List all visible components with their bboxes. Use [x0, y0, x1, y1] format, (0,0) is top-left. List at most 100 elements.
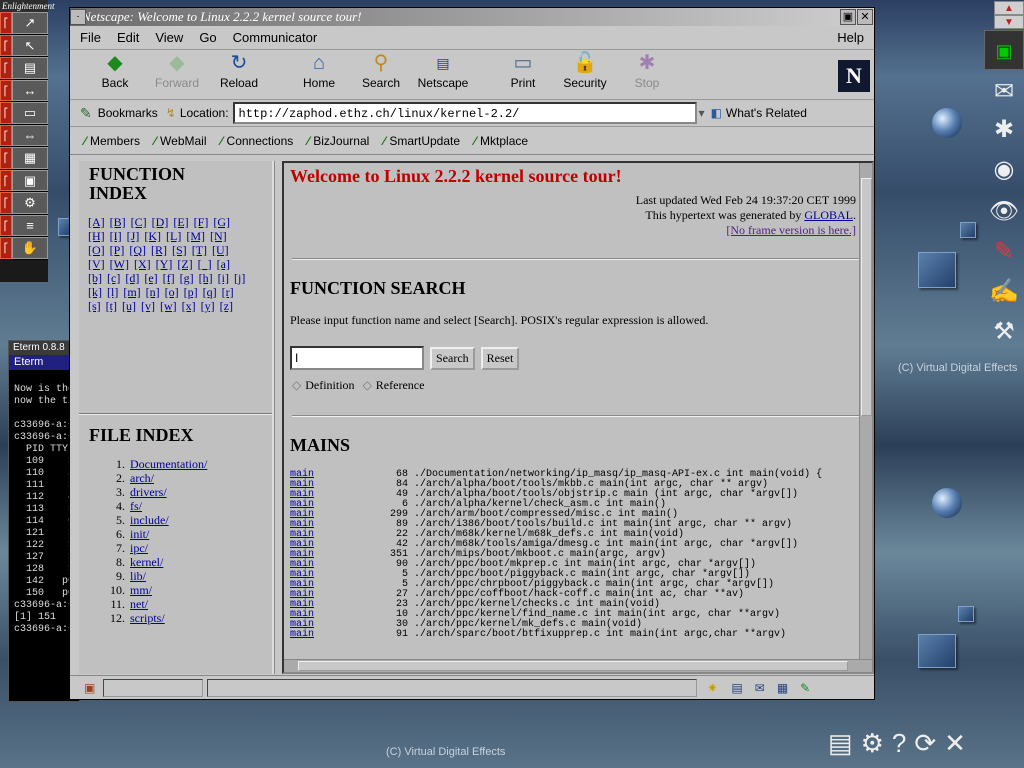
menu-communicator[interactable]: Communicator	[233, 30, 318, 45]
list-icon[interactable]: ≡	[12, 214, 48, 236]
scrollbar-thumb[interactable]	[298, 661, 848, 671]
stop-button[interactable]: ✱ Stop	[616, 50, 678, 90]
letter-link[interactable]: [d]	[125, 271, 139, 285]
letter-link[interactable]: [e]	[144, 271, 157, 285]
letter-link[interactable]: [E]	[173, 215, 188, 229]
global-link[interactable]: GLOBAL	[804, 208, 853, 222]
personal-smartupdate[interactable]: ⁄ SmartUpdate	[383, 134, 460, 148]
letter-link[interactable]: [h]	[199, 271, 213, 285]
pager-row[interactable]: ⎡ ↖	[0, 34, 48, 57]
file-link[interactable]: Documentation/	[130, 457, 207, 471]
file-link[interactable]: mm/	[130, 583, 152, 597]
terminal-icon[interactable]: ▣	[984, 30, 1024, 70]
letter-link[interactable]: [v]	[141, 299, 155, 313]
file-link[interactable]: drivers/	[130, 485, 167, 499]
window-titlebar[interactable]: Netscape: Welcome to Linux 2.2.2 kernel …	[70, 8, 874, 26]
scrollbar-thumb[interactable]	[861, 178, 872, 416]
ruler-icon[interactable]: ⇔	[12, 124, 48, 146]
letter-link[interactable]: [Z]	[177, 257, 192, 271]
letter-link[interactable]: [I]	[110, 229, 122, 243]
letter-link[interactable]: [g]	[180, 271, 194, 285]
location-dropdown-icon[interactable]: ▾	[699, 106, 705, 120]
letter-link[interactable]: [p]	[184, 285, 198, 299]
refresh-icon[interactable]: ⟳	[914, 728, 936, 768]
letter-link[interactable]: [P]	[110, 243, 125, 257]
location-input[interactable]: http://zaphod.ethz.ch/linux/kernel-2.2/	[232, 102, 697, 124]
letter-link[interactable]: [s]	[88, 299, 101, 313]
personal-connections[interactable]: ⁄ Connections	[221, 134, 294, 148]
letter-link[interactable]: [k]	[88, 285, 102, 299]
letter-link[interactable]: [N]	[210, 229, 227, 243]
pointer-icon[interactable]: ↖	[12, 34, 48, 56]
search-submit-button[interactable]: Search	[430, 346, 475, 370]
letter-link[interactable]: [X]	[134, 257, 151, 271]
gear-icon[interactable]: ⚙	[12, 192, 48, 214]
mail-status-icon[interactable]: ✉	[755, 681, 765, 695]
edit-icon[interactable]: ✎	[800, 681, 810, 695]
composer-icon[interactable]: ▦	[777, 681, 788, 695]
letter-link[interactable]: [y]	[201, 299, 215, 313]
iconify-button[interactable]: ▣	[840, 9, 856, 25]
hammer-icon[interactable]: ⚒	[984, 312, 1024, 352]
pager-row[interactable]: ⎡ ✋	[0, 237, 48, 260]
grid-icon[interactable]: ▦	[12, 147, 48, 169]
letter-link[interactable]: [R]	[151, 243, 167, 257]
letter-link[interactable]: [T]	[192, 243, 207, 257]
spider-icon[interactable]: ✱	[984, 110, 1024, 150]
file-link[interactable]: fs/	[130, 499, 142, 513]
personal-webmail[interactable]: ⁄ WebMail	[154, 134, 206, 148]
radio-definition[interactable]: ◇	[292, 378, 301, 393]
letter-link[interactable]: [z]	[220, 299, 233, 313]
letter-link[interactable]: [l]	[107, 285, 118, 299]
letter-link[interactable]: [o]	[165, 285, 179, 299]
whats-related-icon[interactable]: ◧	[711, 106, 722, 120]
letter-link[interactable]: [B]	[110, 215, 126, 229]
letter-link[interactable]: [j]	[234, 271, 245, 285]
netscape-button[interactable]: ▤ Netscape	[412, 50, 474, 90]
letter-link[interactable]: [u]	[122, 299, 136, 313]
file-link[interactable]: lib/	[130, 569, 146, 583]
reset-button[interactable]: Reset	[480, 346, 520, 370]
file-link[interactable]: include/	[130, 513, 169, 527]
letter-link[interactable]: [D]	[152, 215, 169, 229]
letter-link[interactable]: [M]	[186, 229, 205, 243]
pager-row[interactable]: ⎡ ▣	[0, 169, 48, 192]
menu-view[interactable]: View	[155, 30, 183, 45]
letter-link[interactable]: [i]	[218, 271, 229, 285]
letter-link[interactable]: [n]	[146, 285, 160, 299]
radio-reference[interactable]: ◇	[363, 378, 372, 393]
security-button[interactable]: 🔓 Security	[554, 50, 616, 90]
letter-link[interactable]: [m]	[123, 285, 140, 299]
letter-link[interactable]: [H]	[88, 229, 105, 243]
file-link[interactable]: ipc/	[130, 541, 148, 555]
whats-related-button[interactable]: What's Related	[726, 106, 807, 120]
letter-link[interactable]: [K]	[144, 229, 161, 243]
hand-icon[interactable]: ✋	[12, 237, 48, 259]
window-icon[interactable]: ▤	[12, 57, 48, 79]
function-search-input[interactable]: I	[290, 346, 424, 370]
no-frame-link[interactable]: [No frame version is here.]	[284, 223, 856, 238]
pager-row[interactable]: ⎡ ⚙	[0, 192, 48, 215]
bookmarks-icon[interactable]: ✎	[80, 105, 92, 122]
pager-row[interactable]: ⎡ ▦	[0, 147, 48, 170]
letter-link[interactable]: [U]	[212, 243, 229, 257]
file-link[interactable]: init/	[130, 527, 149, 541]
letter-link[interactable]: [C]	[131, 215, 147, 229]
security-status-icon[interactable]: ▣	[84, 681, 95, 695]
pager-row[interactable]: ⎡ ↔	[0, 79, 48, 102]
letter-link[interactable]: [c]	[107, 271, 120, 285]
scroll-down-icon[interactable]: ▼	[994, 15, 1024, 29]
frame-icon[interactable]: ▣	[12, 169, 48, 191]
arrow-icon[interactable]: ↗	[12, 12, 48, 34]
print-button[interactable]: ▭ Print	[492, 50, 554, 90]
scroll-up-icon[interactable]: ▲	[994, 1, 1024, 15]
shade-button[interactable]: ·	[70, 9, 86, 25]
horizontal-scrollbar[interactable]	[284, 659, 872, 672]
file-link[interactable]: net/	[130, 597, 148, 611]
help-icon[interactable]: ?	[892, 728, 906, 768]
pager-row[interactable]: ⎡ ▤	[0, 57, 48, 80]
menu-edit[interactable]: Edit	[117, 30, 139, 45]
letter-link[interactable]: [a]	[217, 257, 230, 271]
letter-link[interactable]: [W]	[110, 257, 129, 271]
stack-icon[interactable]: ▭	[12, 102, 48, 124]
